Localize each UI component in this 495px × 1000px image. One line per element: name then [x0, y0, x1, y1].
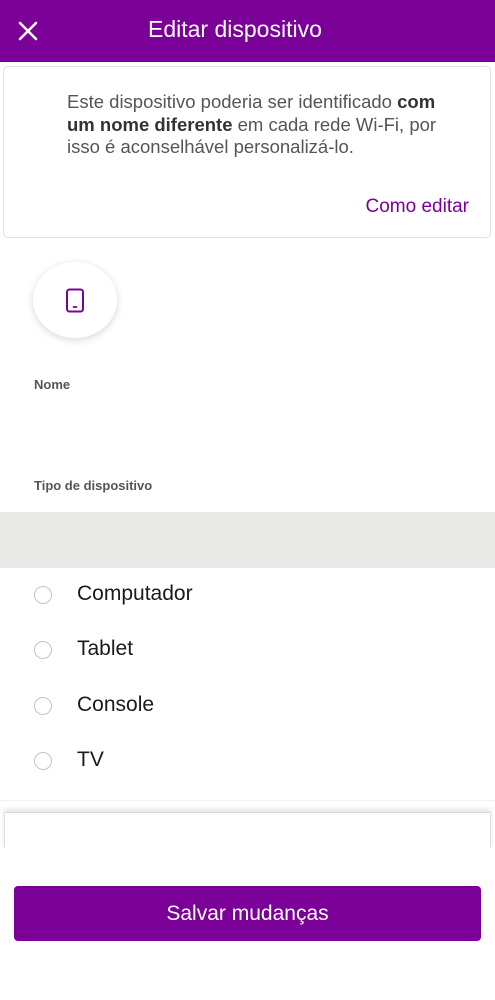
edit-device-screen: Editar dispositivo Este dispositivo pode… — [0, 0, 495, 1000]
save-button[interactable]: Salvar mudanças — [14, 886, 481, 941]
divider — [0, 800, 495, 801]
device-avatar[interactable] — [33, 262, 117, 338]
radio-button[interactable] — [34, 586, 52, 604]
radio-option-console[interactable]: Console — [0, 679, 495, 733]
name-label: Nome — [34, 377, 71, 392]
app-header: Editar dispositivo — [0, 0, 495, 62]
device-type-label: Tipo de dispositivo — [34, 478, 153, 493]
radio-label: Computador — [77, 582, 193, 605]
how-to-edit-link[interactable]: Como editar — [366, 196, 470, 218]
section-divider — [0, 512, 495, 568]
radio-option-tablet[interactable]: Tablet — [0, 623, 495, 677]
info-card: Este dispositivo poderia ser identificad… — [3, 66, 491, 238]
close-icon — [18, 21, 38, 41]
radio-button[interactable] — [34, 697, 52, 715]
tablet-icon — [66, 288, 84, 313]
info-text: Este dispositivo poderia ser identificad… — [67, 91, 467, 159]
close-button[interactable] — [14, 17, 42, 45]
radio-label: Tablet — [77, 637, 134, 660]
info-text-part: Este dispositivo poderia ser identificad… — [67, 91, 398, 112]
radio-option-tv[interactable]: TV — [0, 734, 495, 788]
radio-button[interactable] — [34, 752, 52, 770]
radio-label: TV — [77, 748, 104, 771]
radio-label: Console — [77, 693, 155, 716]
radio-option-computador[interactable]: Computador — [0, 568, 495, 622]
page-title: Editar dispositivo — [148, 16, 322, 42]
bottom-card-edge — [4, 812, 491, 849]
name-field[interactable] — [30, 400, 469, 446]
radio-button[interactable] — [34, 641, 52, 659]
